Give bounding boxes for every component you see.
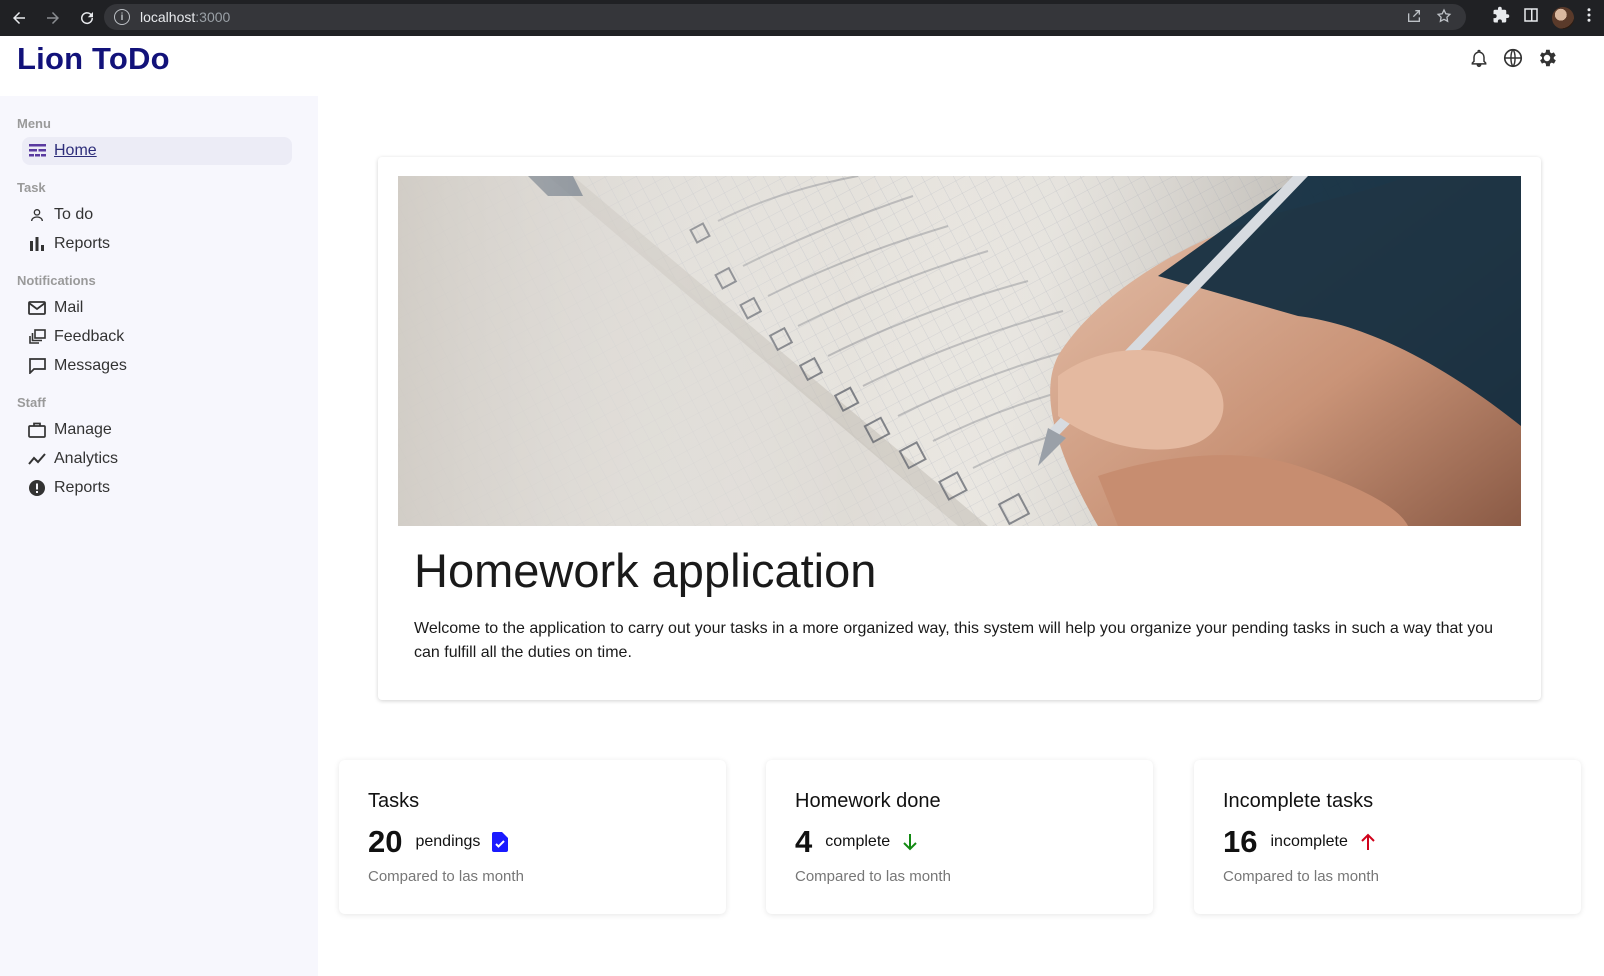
sidebar-item-feedback[interactable]: Feedback [22, 323, 292, 351]
bookmark-star-icon[interactable] [1436, 8, 1452, 29]
sidebar-item-manage[interactable]: Manage [22, 416, 292, 444]
header-actions [1468, 47, 1558, 69]
stat-card-incomplete-tasks: Incomplete tasks 16 incomplete Compared … [1194, 760, 1581, 914]
sidebar: Menu Home Task To do Reports Notificatio… [0, 96, 318, 976]
address-bar[interactable]: i localhost:3000 [104, 4, 1466, 30]
sidebar-item-mail[interactable]: Mail [22, 294, 292, 322]
sidebar-item-analytics[interactable]: Analytics [22, 445, 292, 473]
briefcase-icon [28, 421, 46, 439]
sidebar-item-todo[interactable]: To do [22, 201, 292, 229]
sidebar-item-staff-reports[interactable]: Reports [22, 474, 292, 502]
alert-circle-icon [28, 479, 46, 497]
bar-chart-icon [28, 235, 46, 253]
stat-unit: pendings [415, 833, 481, 850]
arrow-up-icon [1358, 832, 1378, 852]
hero-description: Welcome to the application to carry out … [414, 620, 1494, 661]
sidebar-item-task-reports[interactable]: Reports [22, 230, 292, 258]
globe-icon[interactable] [1502, 47, 1524, 69]
stat-title: Tasks [368, 790, 420, 812]
sidebar-item-home[interactable]: Home [22, 137, 292, 165]
profile-avatar[interactable] [1552, 6, 1574, 29]
hero-card: Homework application Welcome to the appl… [378, 157, 1541, 700]
sidebar-item-label: Reports [54, 235, 111, 252]
sidebar-item-label: Analytics [54, 450, 119, 467]
stat-value: 16 [1223, 824, 1258, 859]
trending-line-icon [28, 450, 46, 468]
stat-value: 20 [368, 824, 403, 859]
app-title[interactable]: Lion ToDo [17, 41, 170, 77]
back-arrow-icon[interactable] [4, 3, 34, 33]
stat-unit: complete [825, 833, 891, 850]
task-document-icon [490, 832, 510, 852]
sidebar-item-label: Messages [54, 357, 127, 374]
stat-unit: incomplete [1270, 833, 1348, 850]
stat-subtitle: Compared to las month [1223, 868, 1379, 885]
forward-arrow-icon[interactable] [38, 3, 68, 33]
sidebar-section-title: Notifications [17, 273, 96, 288]
sidebar-section-title: Staff [17, 395, 46, 410]
sidebar-item-label: Reports [54, 479, 111, 496]
share-icon[interactable] [1406, 8, 1422, 29]
site-info-icon[interactable]: i [114, 9, 130, 25]
bell-icon[interactable] [1468, 47, 1490, 69]
dynamic-feed-icon [28, 328, 46, 346]
stat-subtitle: Compared to las month [368, 868, 524, 885]
dashboard-icon [28, 142, 46, 160]
browser-toolbar: i localhost:3000 [0, 0, 1604, 36]
stat-title: Homework done [795, 790, 941, 812]
arrow-down-icon [900, 832, 920, 852]
sidebar-item-label: Feedback [54, 328, 125, 345]
hero-title: Homework application [414, 544, 877, 597]
extensions-area [1486, 6, 1592, 29]
chat-bubble-icon [28, 357, 46, 375]
person-icon [28, 206, 46, 224]
stat-title: Incomplete tasks [1223, 790, 1374, 812]
stat-subtitle: Compared to las month [795, 868, 951, 885]
side-panel-icon[interactable] [1522, 6, 1540, 29]
stat-card-tasks: Tasks 20 pendings Compared to las month [339, 760, 726, 914]
sidebar-section-title: Menu [17, 116, 51, 131]
gear-icon[interactable] [1536, 47, 1558, 69]
reload-icon[interactable] [72, 3, 102, 33]
sidebar-item-label: Home [54, 142, 97, 159]
sidebar-item-messages[interactable]: Messages [22, 352, 292, 380]
sidebar-item-label: Manage [54, 421, 112, 438]
stat-card-homework-done: Homework done 4 complete Compared to las… [766, 760, 1153, 914]
sidebar-item-label: To do [54, 206, 94, 223]
puzzle-extension-icon[interactable] [1492, 6, 1510, 29]
stat-value: 4 [795, 824, 813, 859]
mail-icon [28, 299, 46, 317]
kebab-menu-icon[interactable] [1586, 6, 1592, 29]
hero-image [398, 176, 1521, 526]
url-text: localhost:3000 [140, 9, 231, 25]
sidebar-item-label: Mail [54, 299, 84, 316]
sidebar-section-title: Task [17, 180, 46, 195]
